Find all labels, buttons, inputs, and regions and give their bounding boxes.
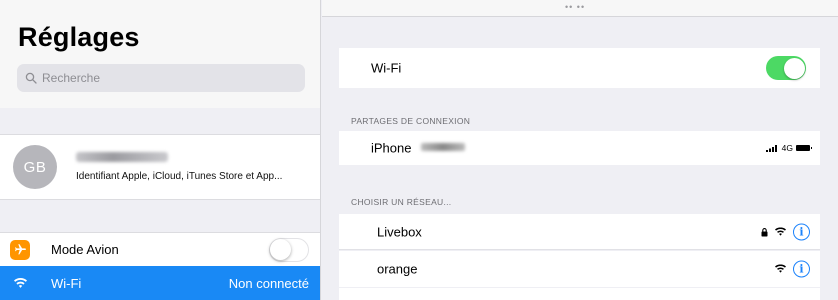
network-name: Livebox [377, 224, 422, 239]
search-icon [25, 72, 37, 84]
battery-icon [796, 145, 812, 151]
network-list-continuation [339, 288, 820, 300]
search-input[interactable]: Recherche [17, 64, 305, 92]
lock-icon [761, 227, 768, 236]
status-bar: •• •• [322, 0, 838, 17]
wifi-detail-panel: •• •• Wi-Fi PARTAGES DE CONNEXION iPhone… [322, 0, 838, 300]
wifi-icon [10, 273, 30, 293]
wifi-toggle[interactable] [766, 56, 806, 80]
hotspot-name-redacted [421, 143, 465, 151]
hotspot-section-header: PARTAGES DE CONNEXION [351, 116, 471, 126]
info-icon[interactable]: i [793, 260, 810, 278]
hotspot-name: iPhone [371, 140, 412, 156]
toggle-knob [783, 57, 805, 79]
network-icons: i [775, 260, 810, 278]
sidebar-header: Réglages Recherche [0, 0, 320, 108]
airplane-mode-toggle[interactable] [269, 237, 309, 262]
apple-id-profile-row[interactable]: GB Identifiant Apple, iCloud, iTunes Sto… [0, 134, 320, 200]
search-placeholder: Recherche [42, 71, 101, 85]
airplane-icon [10, 239, 30, 260]
wifi-toggle-row: Wi-Fi [339, 48, 820, 88]
wifi-label: Wi-Fi [371, 60, 402, 76]
page-title: Réglages [18, 22, 140, 52]
sidebar-spacer [0, 108, 320, 134]
wifi-signal-icon [775, 264, 786, 273]
wifi-signal-icon [775, 227, 786, 236]
sidebar-item-label: Wi-Fi [51, 275, 82, 291]
network-name: orange [377, 261, 418, 277]
avatar: GB [13, 145, 57, 189]
sidebar-spacer [0, 200, 320, 232]
settings-sidebar: Réglages Recherche GB Identifiant Apple,… [0, 0, 321, 300]
network-icons: i [761, 223, 810, 240]
networks-section-header: CHOISIR UN RÉSEAU... [351, 197, 452, 207]
sidebar-item-wifi[interactable]: Wi-Fi Non connecté [0, 266, 320, 300]
network-row-orange[interactable]: orange i [339, 251, 820, 287]
profile-subtitle: Identifiant Apple, iCloud, iTunes Store … [76, 171, 283, 182]
sidebar-item-airplane-mode[interactable]: Mode Avion [0, 232, 320, 266]
multitasking-indicator: •• •• [565, 2, 586, 12]
hotspot-status: 4G [765, 143, 812, 153]
signal-bars-icon [765, 145, 777, 152]
wifi-status-value: Non connecté [228, 275, 309, 291]
toggle-knob [270, 238, 291, 260]
sidebar-item-label: Mode Avion [51, 242, 119, 257]
profile-name-redacted [76, 152, 168, 162]
hotspot-iphone-row[interactable]: iPhone 4G [339, 131, 820, 165]
network-row-livebox[interactable]: Livebox i [339, 214, 820, 250]
network-type: 4G [781, 143, 793, 153]
info-icon[interactable]: i [793, 223, 810, 240]
